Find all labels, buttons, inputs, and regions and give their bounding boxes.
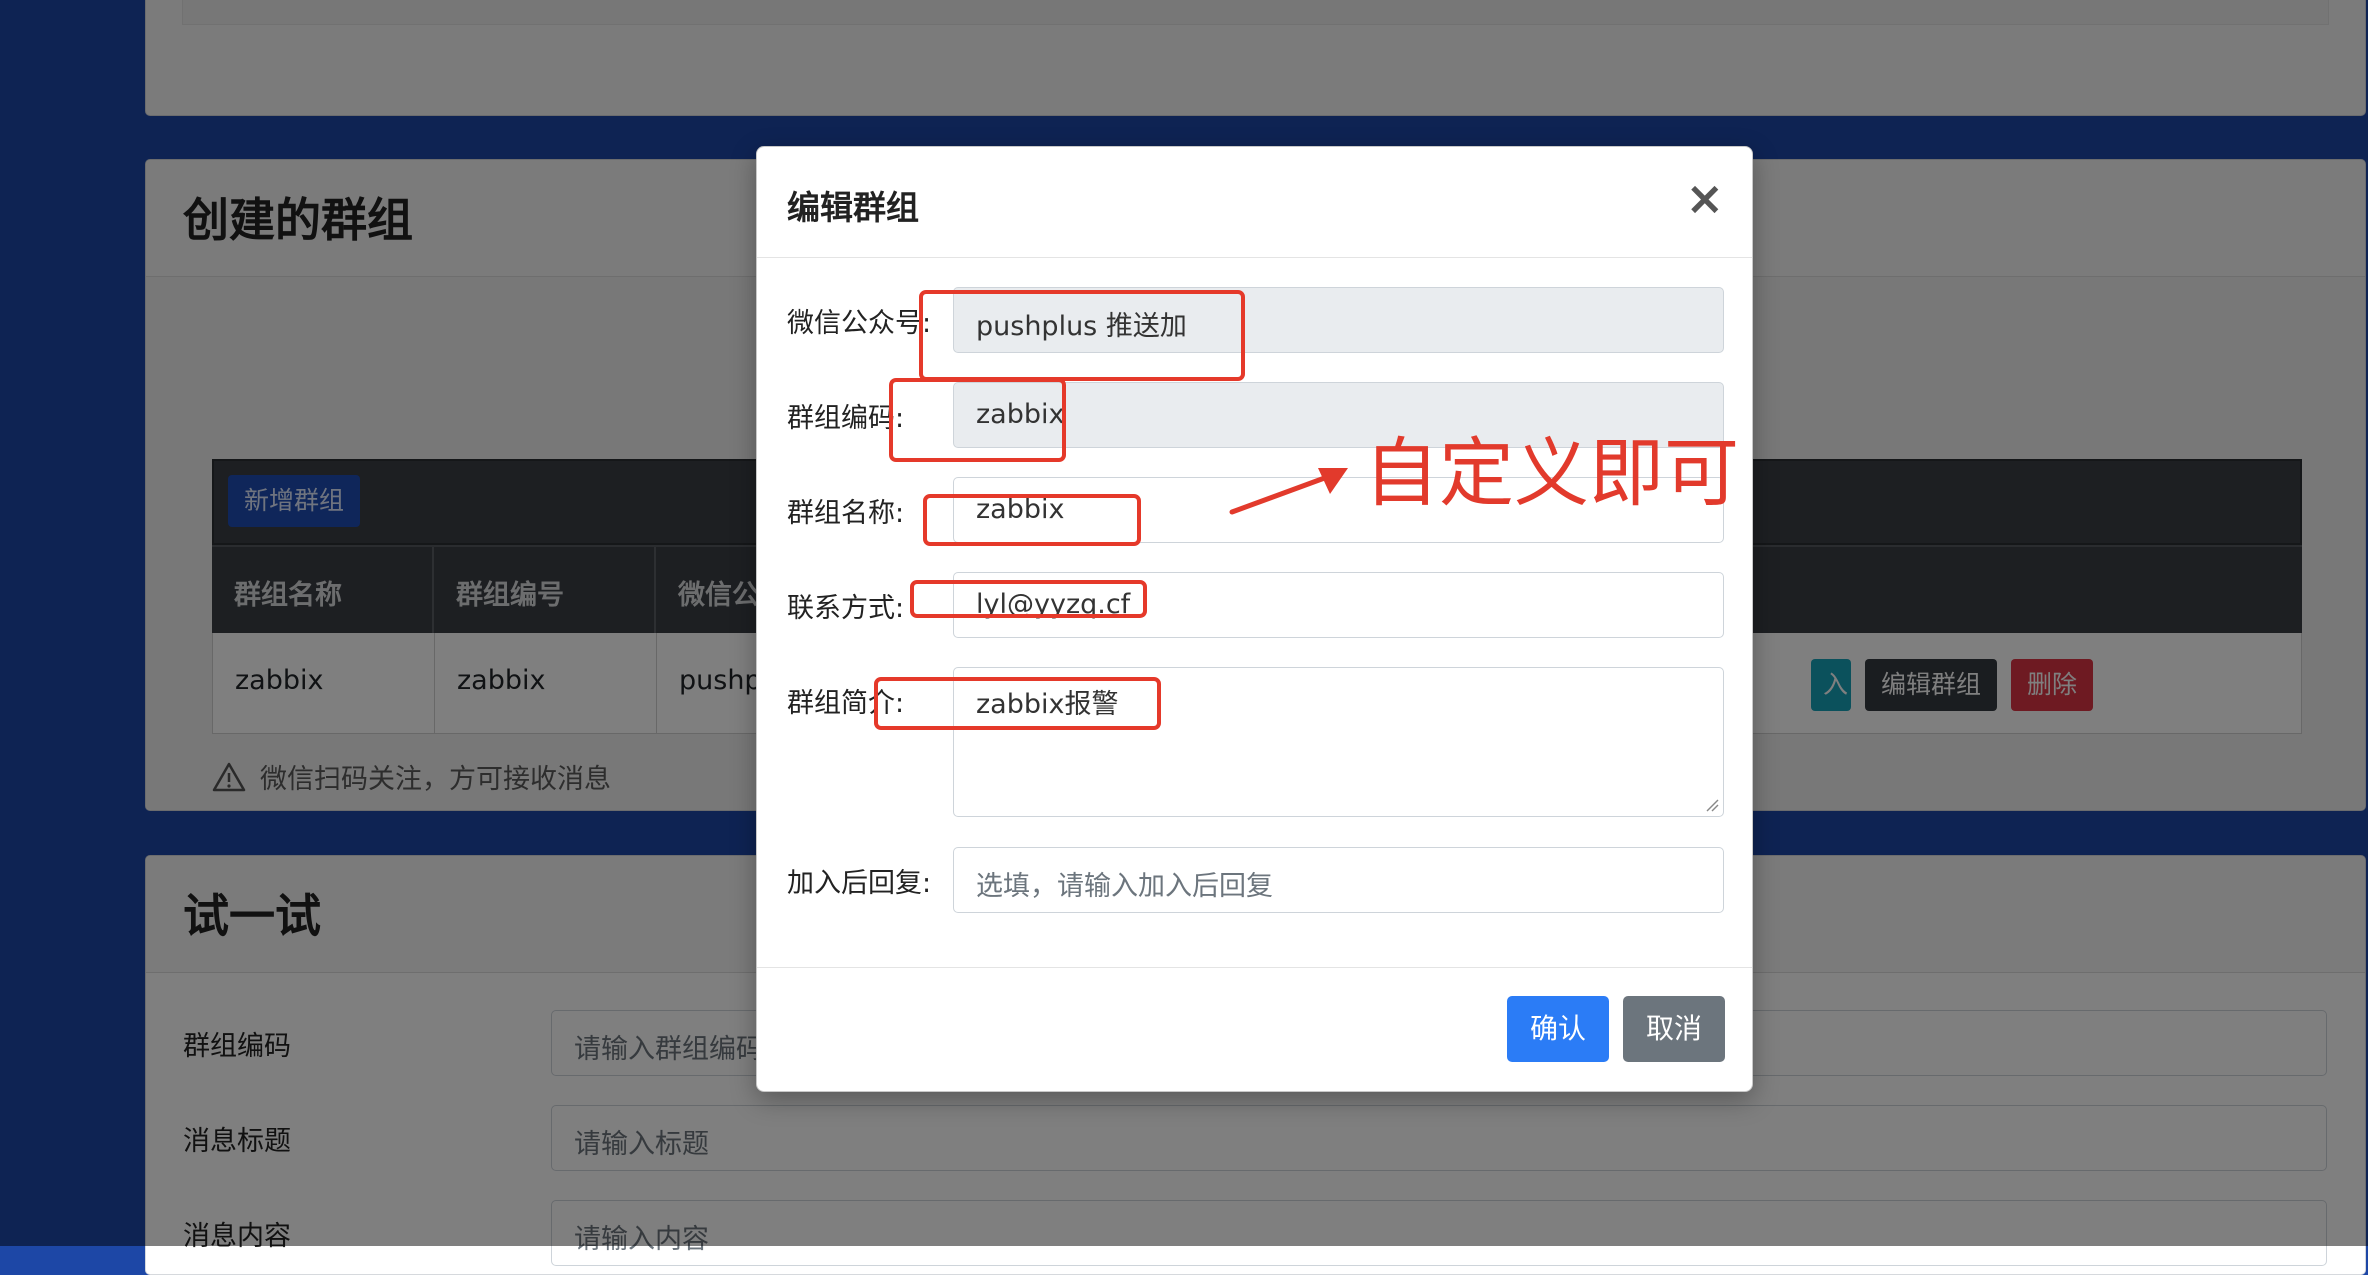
modal-header: 编辑群组 × — [757, 147, 1752, 258]
highlight-group-name — [923, 494, 1141, 546]
label-group-code: 群组编码: — [787, 403, 905, 434]
edit-group-modal: 编辑群组 × 微信公众号: pushplus 推送加 群组编码: zabbix … — [756, 146, 1753, 1092]
join-reply-placeholder: 选填，请输入加入后回复 — [976, 871, 1273, 902]
close-icon[interactable]: × — [1685, 171, 1724, 225]
annotation-text: 自定义即可 — [1364, 429, 1740, 517]
highlight-group-intro — [874, 677, 1161, 730]
highlight-group-code — [889, 378, 1066, 462]
page: 创建的群组 新增群组 群组名称 群组编号 微信公 zabbix zabbix p… — [0, 0, 2368, 1275]
modal-title: 编辑群组 — [787, 188, 919, 227]
label-wechat-account: 微信公众号: — [787, 308, 932, 339]
label-join-reply: 加入后回复: — [787, 868, 932, 899]
highlight-wechat-account — [919, 290, 1245, 381]
resize-grip-icon[interactable] — [1705, 798, 1719, 812]
label-group-name: 群组名称: — [787, 498, 905, 529]
label-contact: 联系方式: — [787, 593, 905, 624]
cancel-button[interactable]: 取消 — [1623, 996, 1725, 1062]
confirm-button[interactable]: 确认 — [1507, 996, 1609, 1062]
highlight-contact — [910, 580, 1147, 618]
modal-footer: 确认 取消 — [757, 967, 1752, 1092]
join-reply-field[interactable]: 选填，请输入加入后回复 — [953, 847, 1724, 913]
annotation-arrow-icon — [1229, 468, 1348, 515]
